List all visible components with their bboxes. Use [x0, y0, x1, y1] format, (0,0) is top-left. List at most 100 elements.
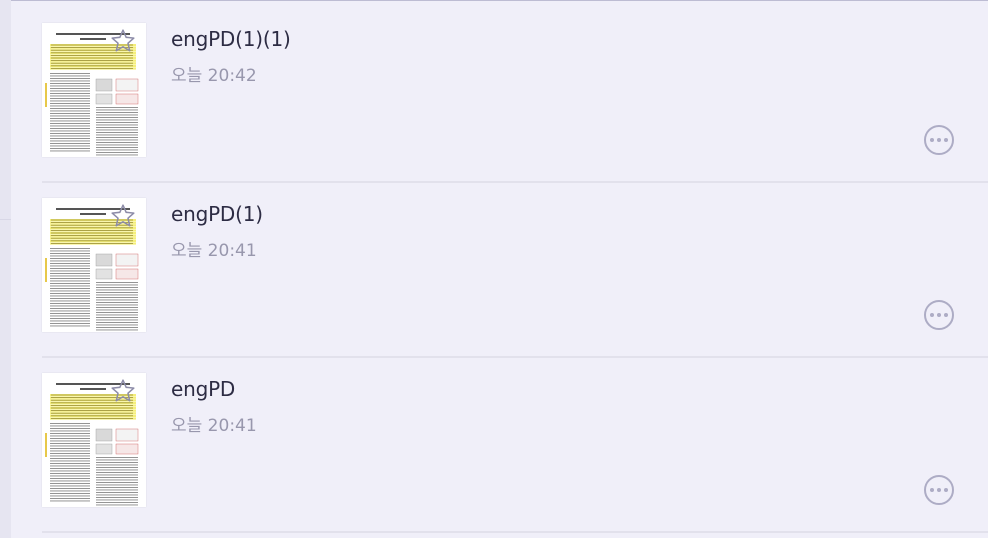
text-line — [50, 455, 90, 457]
text-line — [96, 497, 138, 498]
star-outline-icon[interactable] — [110, 203, 136, 229]
file-title[interactable]: engPD(1)(1) — [171, 27, 291, 51]
text-line — [96, 309, 138, 311]
page-title-line — [80, 388, 106, 390]
text-line — [96, 462, 138, 463]
file-row[interactable]: engPD 오늘 20:41 — [42, 358, 988, 533]
figure-image — [115, 78, 139, 92]
text-line — [50, 73, 90, 74]
text-line — [96, 504, 138, 506]
text-line — [50, 260, 90, 262]
text-line — [96, 292, 138, 293]
text-line — [96, 487, 138, 488]
text-line — [96, 492, 138, 493]
margin-mark — [45, 433, 47, 457]
text-line — [50, 85, 90, 87]
text-line — [96, 152, 138, 153]
text-line — [51, 418, 133, 419]
text-line — [51, 55, 133, 56]
text-line — [50, 320, 90, 322]
text-line — [50, 323, 90, 324]
text-line — [50, 465, 90, 467]
text-line — [50, 253, 90, 254]
file-title[interactable]: engPD(1) — [171, 202, 263, 226]
text-line — [50, 433, 90, 434]
text-line — [96, 137, 138, 138]
text-line — [50, 423, 90, 424]
text-line — [51, 240, 133, 242]
figure-image — [95, 443, 113, 455]
text-line — [50, 90, 90, 92]
text-line — [50, 275, 90, 277]
text-line — [50, 458, 90, 459]
text-line — [96, 307, 138, 308]
text-line — [50, 445, 90, 447]
text-line — [50, 138, 90, 139]
text-line — [50, 303, 90, 304]
text-line — [50, 108, 90, 109]
file-row[interactable]: engPD(1)(1) 오늘 20:42 — [42, 8, 988, 183]
text-line — [50, 140, 90, 142]
text-line — [51, 232, 133, 234]
text-line — [50, 460, 90, 462]
text-line — [96, 479, 138, 481]
text-line — [50, 290, 90, 292]
text-line — [96, 327, 138, 328]
text-line — [50, 258, 90, 259]
margin-mark — [45, 83, 47, 107]
text-line — [96, 472, 138, 473]
text-line — [50, 268, 90, 269]
text-line — [50, 123, 90, 124]
text-line — [50, 93, 90, 94]
text-line — [50, 83, 90, 84]
text-line — [50, 110, 90, 112]
file-title[interactable]: engPD — [171, 377, 235, 401]
text-line — [50, 118, 90, 119]
text-line — [51, 230, 133, 231]
text-line — [96, 322, 138, 323]
star-outline-icon[interactable] — [110, 378, 136, 404]
more-options-button[interactable] — [924, 475, 954, 505]
text-line — [96, 482, 138, 483]
text-line — [51, 407, 133, 409]
text-line — [96, 299, 138, 301]
figure-image — [115, 93, 139, 105]
text-line — [50, 475, 90, 477]
text-line — [50, 273, 90, 274]
text-line — [96, 142, 138, 143]
text-line — [50, 148, 90, 149]
figure-image — [95, 268, 113, 280]
text-line — [50, 483, 90, 484]
text-line — [96, 502, 138, 503]
text-line — [96, 312, 138, 313]
dot — [930, 313, 934, 317]
text-line — [50, 98, 90, 99]
text-line — [50, 448, 90, 449]
text-line — [50, 250, 90, 252]
text-line — [50, 470, 90, 472]
file-timestamp: 오늘 20:41 — [171, 241, 257, 261]
text-line — [50, 485, 90, 487]
dot — [937, 313, 941, 317]
figure-image — [95, 93, 113, 105]
text-line — [51, 65, 133, 67]
text-line — [96, 119, 138, 121]
text-line — [50, 265, 90, 267]
more-options-button[interactable] — [924, 125, 954, 155]
more-options-button[interactable] — [924, 300, 954, 330]
page-title-line — [80, 38, 106, 40]
left-panel-edge — [0, 0, 11, 538]
text-line — [96, 289, 138, 291]
star-outline-icon[interactable] — [110, 28, 136, 54]
text-line — [50, 488, 90, 489]
dot — [944, 313, 948, 317]
text-line — [50, 283, 90, 284]
text-line — [50, 248, 90, 249]
row-divider — [42, 531, 988, 533]
text-line — [50, 103, 90, 104]
text-line — [50, 135, 90, 137]
file-row[interactable]: engPD(1) 오늘 20:41 — [42, 183, 988, 358]
text-line — [96, 319, 138, 321]
text-line — [51, 60, 133, 61]
file-timestamp: 오늘 20:41 — [171, 416, 257, 436]
